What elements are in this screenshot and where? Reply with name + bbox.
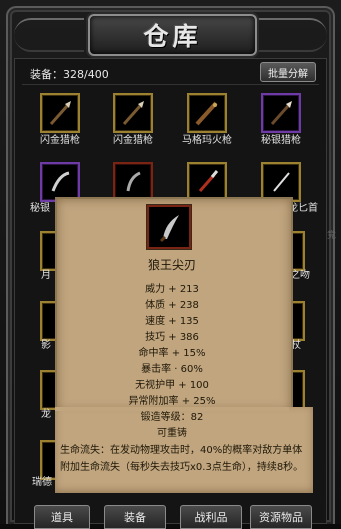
stat-line: 威力 + 213 bbox=[145, 284, 199, 295]
frame-ornament-right bbox=[257, 18, 327, 52]
stat-line: 命中率 + 15% bbox=[138, 348, 206, 359]
tooltip-description: 生命流失：在发动物理攻击时，40%的概率对敌方单体附加生命流失（每秒失去技巧x0… bbox=[60, 445, 304, 473]
item-slot[interactable] bbox=[40, 162, 80, 202]
stat-line: 速度 + 135 bbox=[145, 316, 199, 327]
side-text: 竞 bbox=[325, 230, 335, 239]
blade-icon bbox=[126, 171, 141, 192]
claw-icon bbox=[51, 171, 70, 192]
stat-line: 体质 + 238 bbox=[145, 300, 199, 311]
item-slot[interactable] bbox=[187, 162, 227, 202]
musket-icon bbox=[195, 101, 218, 126]
wolf-blade-icon bbox=[159, 215, 179, 243]
tab-items[interactable]: 道具 bbox=[34, 505, 90, 529]
item-slot[interactable] bbox=[187, 93, 227, 133]
item-name: 闪金猎枪 bbox=[113, 135, 153, 146]
item-name: 秘银 bbox=[30, 203, 50, 214]
dagger-icon bbox=[273, 172, 290, 192]
stat-line: 锻造等级：82 bbox=[140, 412, 204, 423]
tab-loot[interactable]: 战利品 bbox=[180, 505, 242, 529]
item-name: 闪金猎枪 bbox=[40, 135, 80, 146]
warehouse-panel: 仓库 装备：328/400 批量分解 闪金猎枪 闪金猎枪 马格玛火枪 秘银猎枪 … bbox=[0, 0, 341, 529]
item-name: 月 bbox=[41, 270, 51, 281]
item-name: 龙 bbox=[41, 409, 51, 420]
item-slot[interactable] bbox=[40, 93, 80, 133]
tab-equipment[interactable]: 装备 bbox=[104, 505, 166, 529]
batch-decompose-button[interactable]: 批量分解 bbox=[260, 62, 316, 82]
item-slot[interactable] bbox=[113, 162, 153, 202]
title-plate: 仓库 bbox=[88, 14, 257, 56]
item-name: 马格玛火枪 bbox=[182, 135, 232, 146]
item-name: 瑞德 bbox=[32, 477, 52, 488]
tab-resources[interactable]: 资源物品 bbox=[250, 505, 312, 529]
stat-line: 无视护甲 + 100 bbox=[135, 380, 209, 391]
tooltip-item-icon bbox=[147, 205, 191, 249]
stat-line: 暴击率 · 60% bbox=[141, 364, 203, 375]
frame-ornament-left bbox=[14, 18, 84, 52]
stat-line: 技巧 + 386 bbox=[145, 332, 199, 343]
stat-line: 可重铸 bbox=[157, 428, 187, 439]
stat-line: 异常附加率 + 25% bbox=[128, 396, 216, 407]
item-name: 影 bbox=[41, 340, 51, 351]
spear-icon bbox=[122, 101, 144, 125]
equipment-count: 装备：328/400 bbox=[30, 68, 109, 81]
window-title: 仓库 bbox=[143, 22, 202, 51]
item-name: 秘银猎枪 bbox=[261, 135, 301, 146]
tooltip-item-name: 狼王尖刃 bbox=[147, 258, 196, 272]
dagger-icon bbox=[198, 170, 219, 192]
header-divider bbox=[22, 84, 319, 85]
spear-icon bbox=[270, 101, 292, 125]
spear-icon bbox=[49, 101, 71, 125]
item-slot[interactable] bbox=[261, 162, 301, 202]
item-slot[interactable] bbox=[113, 93, 153, 133]
item-slot[interactable] bbox=[261, 93, 301, 133]
